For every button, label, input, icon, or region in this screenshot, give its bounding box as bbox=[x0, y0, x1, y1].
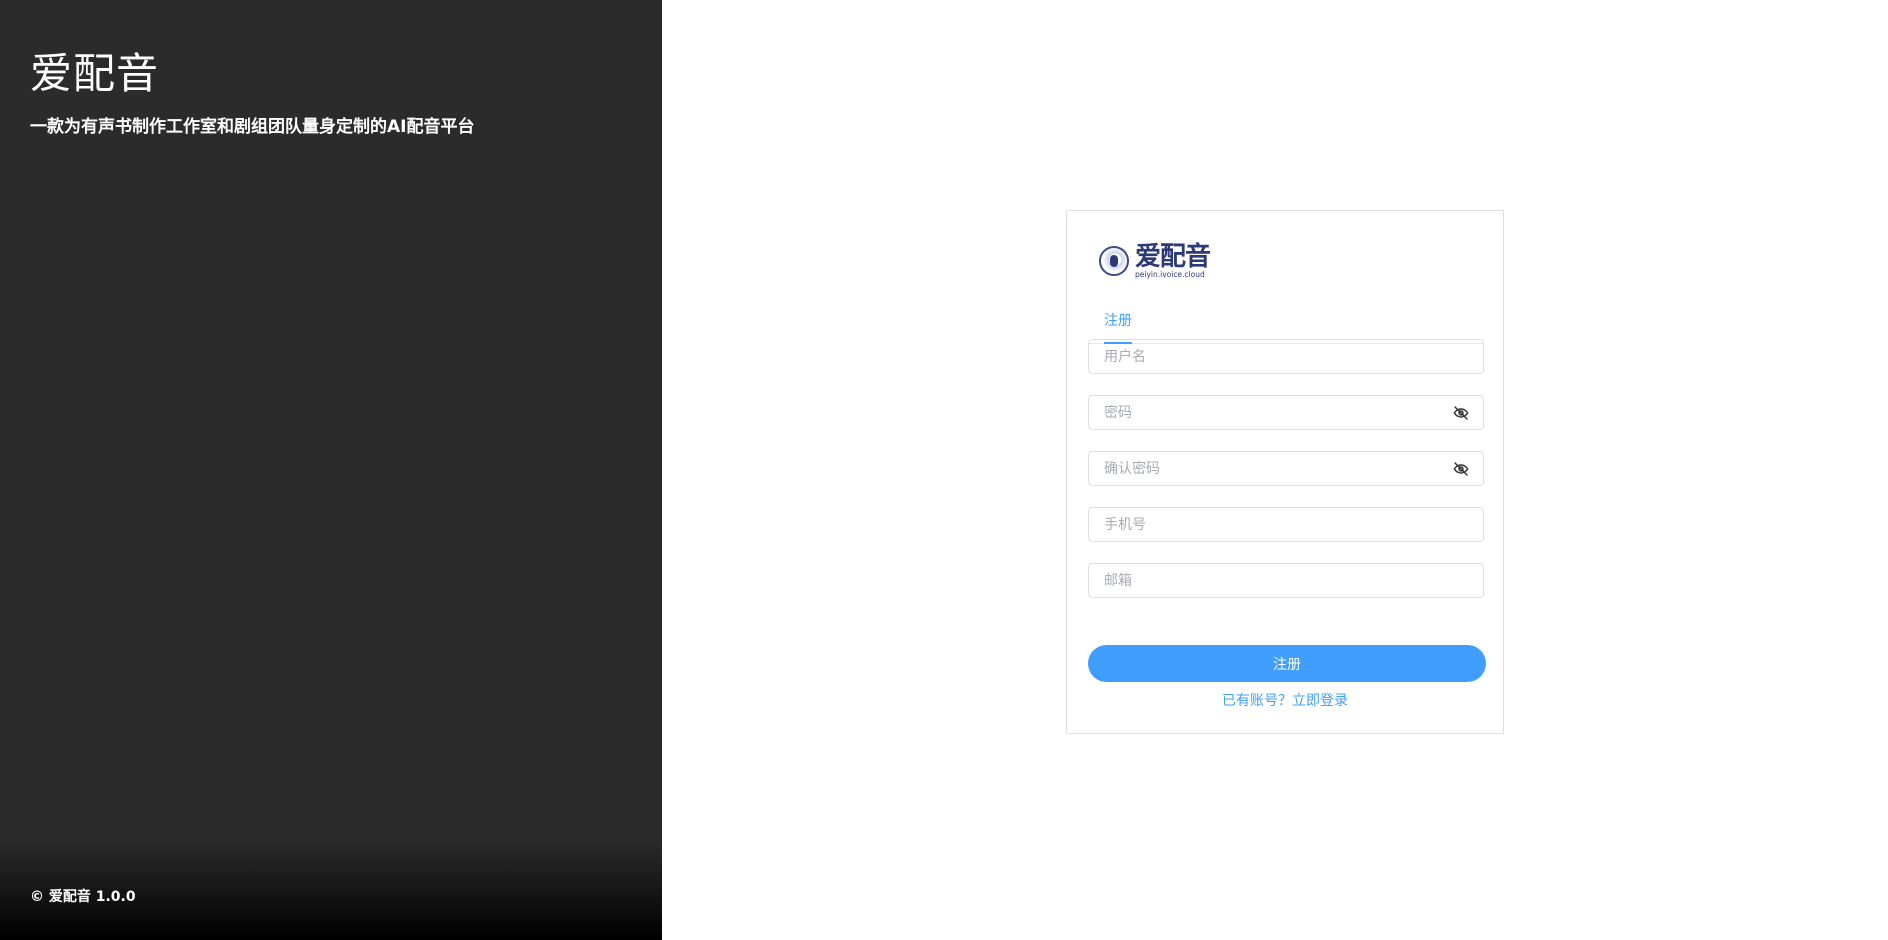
login-link[interactable]: 已有账号？立即登录 bbox=[1067, 691, 1503, 711]
logo-text: 爱配音 peiyin.ivoice.cloud bbox=[1135, 241, 1211, 279]
logo: 爱配音 peiyin.ivoice.cloud bbox=[1099, 241, 1211, 281]
password-input[interactable] bbox=[1089, 396, 1453, 429]
confirm-password-input[interactable] bbox=[1089, 452, 1453, 485]
register-button[interactable]: 注册 bbox=[1088, 645, 1486, 682]
phone-field[interactable] bbox=[1088, 507, 1484, 542]
email-field[interactable] bbox=[1088, 563, 1484, 598]
brand-title: 爱配音 bbox=[30, 49, 160, 98]
password-field[interactable] bbox=[1088, 395, 1484, 430]
logo-domain: peiyin.ivoice.cloud bbox=[1135, 269, 1205, 279]
username-field[interactable] bbox=[1088, 339, 1484, 374]
copyright-footer: © 爱配音 1.0.0 bbox=[30, 889, 136, 905]
register-card: 爱配音 peiyin.ivoice.cloud 注册 注册 已有账号？立即登录 bbox=[1066, 210, 1504, 734]
logo-mark-icon bbox=[1099, 246, 1129, 276]
email-input[interactable] bbox=[1089, 564, 1483, 597]
confirm-password-field[interactable] bbox=[1088, 451, 1484, 486]
phone-input[interactable] bbox=[1089, 508, 1483, 541]
username-input[interactable] bbox=[1089, 340, 1483, 373]
brand-panel: 爱配音 一款为有声书制作工作室和剧组团队量身定制的AI配音平台 © 爱配音 1.… bbox=[0, 0, 662, 940]
tab-register[interactable]: 注册 bbox=[1104, 301, 1132, 342]
eye-off-icon[interactable] bbox=[1453, 405, 1469, 421]
tab-bar: 注册 bbox=[1088, 301, 1484, 344]
brand-subtitle: 一款为有声书制作工作室和剧组团队量身定制的AI配音平台 bbox=[30, 117, 475, 137]
eye-off-icon[interactable] bbox=[1453, 461, 1469, 477]
logo-name: 爱配音 bbox=[1135, 241, 1211, 272]
